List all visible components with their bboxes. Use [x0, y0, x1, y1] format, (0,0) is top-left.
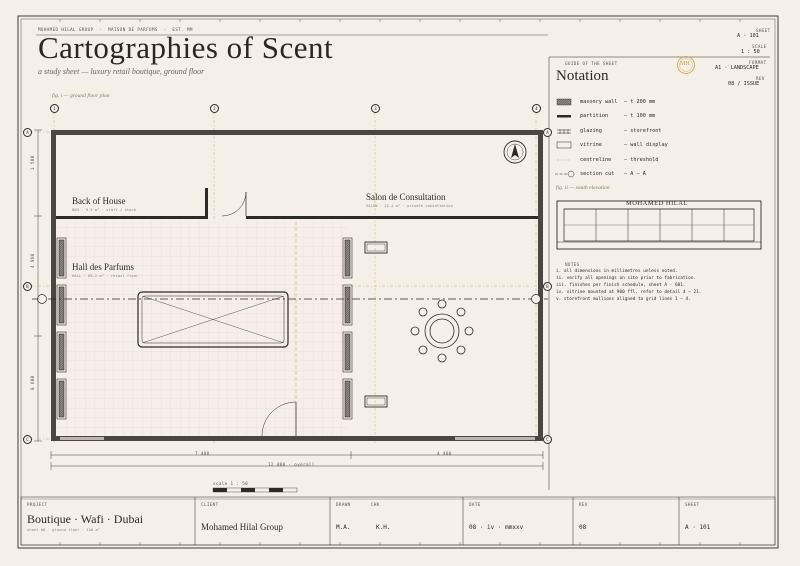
grid-bubble-left: C	[23, 435, 32, 444]
north-arrow	[503, 140, 527, 164]
grid-bubble-right: A	[543, 128, 552, 137]
tb-project-sub: sheet 00 · ground floor · 126 m²	[27, 527, 101, 532]
salon-console-north	[364, 241, 388, 254]
elevation-sign-label: MOHAMED HILAL	[626, 200, 688, 207]
meta-rev-value: 08 / ISSUE	[728, 81, 760, 87]
room-back-of-house-sub: BOH · 9.2 m² · staff / stock	[72, 207, 137, 212]
grid-bubble-left: A	[23, 128, 32, 137]
grid-bubble-left: B	[23, 282, 32, 291]
grid-bubble-top: 3	[371, 104, 380, 113]
notation-item-value: — storefront	[624, 128, 662, 134]
meta-scale-value: 1 : 50	[741, 49, 760, 55]
notation-item: glazing	[580, 128, 602, 134]
notation-kicker: GUIDE OF THE SHEET	[565, 61, 618, 66]
dim-left-1: 1 500	[30, 155, 35, 170]
grid-bubble-top: 1	[50, 104, 59, 113]
tb-rev-label: REV	[579, 502, 588, 507]
grid-bubble-top: 4	[532, 104, 541, 113]
meta-sheet-value: A · 101	[737, 33, 759, 39]
tb-client-label: CLIENT	[201, 502, 219, 507]
note-line: iii. finishes per finish schedule, sheet…	[556, 283, 686, 288]
page-title: Cartographies of Scent	[38, 30, 334, 65]
tb-drawn-value: M.A.	[336, 524, 351, 531]
boh-door-swing	[221, 191, 247, 217]
tb-chk-value: K.H.	[376, 524, 391, 531]
monogram-text: MH	[680, 61, 690, 67]
notation-symbols	[555, 98, 575, 178]
tb-sheet-label: SHEET	[685, 502, 700, 507]
tb-drawn-label: DRAWN	[336, 502, 351, 507]
dim-overall: 12 400 · overall	[268, 462, 315, 467]
fig-1-caption: fig. i — ground floor plan	[52, 93, 110, 99]
notation-item: masonry wall	[580, 99, 618, 105]
notation-item-value: — threshold	[624, 157, 659, 163]
notation-item-value: — t 200 mm	[624, 99, 656, 105]
dim-left-2: 4 960	[30, 253, 35, 268]
tb-sheet-value: A · 101	[685, 524, 711, 531]
notation-title: Notation	[556, 68, 609, 84]
meta-format-value: A1 · LANDSCAPE	[715, 65, 759, 71]
note-line: iv. vitrine mounted at 900 ffl, refer to…	[556, 290, 702, 295]
notation-item: vitrine	[580, 142, 602, 148]
tb-client-value: Mohamed Hilal Group	[201, 522, 283, 532]
drawing-sheet: MOHAMED HILAL GROUP · MAISON DE PARFUMS …	[0, 0, 800, 566]
note-line: v. storefront mullions aligned to grid l…	[556, 297, 691, 302]
tb-rev-value: 08	[579, 524, 587, 531]
scale-bar-label: scale 1 : 50	[213, 481, 249, 486]
grid-bubble-top: 2	[210, 104, 219, 113]
room-salon-sub: SALON · 22.4 m² · private consultation	[366, 203, 453, 208]
page-subtitle: a study sheet — luxury retail boutique, …	[38, 67, 205, 76]
fig-2-caption: fig. ii — south elevation	[556, 185, 610, 191]
notes-kicker: NOTES	[565, 262, 580, 267]
notation-item: centreline	[580, 157, 612, 163]
tb-project-label: PROJECT	[27, 502, 48, 507]
room-hall: Hall des Parfums	[72, 262, 134, 272]
notation-item-value: — t 100 mm	[624, 113, 656, 119]
note-line: i. all dimensions in millimetres unless …	[556, 269, 678, 274]
grid-bubble-right: C	[543, 435, 552, 444]
room-salon: Salon de Consultation	[366, 192, 446, 202]
hall-floor-tiles	[58, 221, 348, 436]
notation-item: partition	[580, 113, 609, 119]
south-elevation	[556, 200, 762, 250]
notation-item: section cut	[580, 171, 615, 177]
dim-bottom-1: 7 400	[195, 451, 210, 456]
dim-bottom-2: 4 460	[437, 451, 452, 456]
dim-left-3: 8 600	[30, 375, 35, 390]
room-back-of-house: Back of House	[72, 196, 126, 206]
consultation-table	[410, 299, 474, 363]
tb-date-value: 08 · iv · mmxxv	[469, 524, 524, 531]
notation-item-value: — A — A	[624, 171, 646, 177]
tb-date-label: DATE	[469, 502, 481, 507]
tb-chk-label: CHK	[371, 502, 380, 507]
scale-bar	[212, 487, 298, 493]
note-line: ii. verify all openings on site prior to…	[556, 276, 697, 281]
room-hall-sub: HALL · 68.2 m² · retail floor	[72, 273, 139, 278]
tb-project-value: Boutique · Wafi · Dubai	[27, 512, 144, 526]
salon-console-south	[364, 395, 388, 408]
grid-bubble-right: B	[543, 282, 552, 291]
notation-item-value: — wall display	[624, 142, 668, 148]
